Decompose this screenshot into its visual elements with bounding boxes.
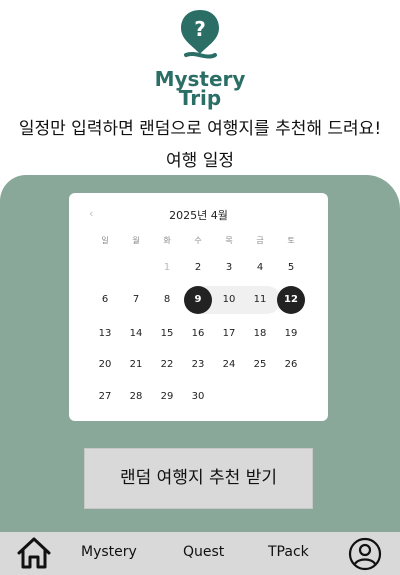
calendar-day-selected-start[interactable]: 9: [184, 286, 212, 314]
weekday-label: 금: [256, 236, 264, 245]
tagline: 일정만 입력하면 랜덤으로 여행지를 추천해 드려요!: [18, 119, 382, 139]
weekday-label: 화: [163, 236, 171, 245]
calendar-day[interactable]: 20: [91, 355, 119, 375]
logo-text: Mystery Trip: [0, 69, 400, 110]
weekday-label: 일: [101, 236, 109, 245]
weekday-label: 목: [225, 236, 233, 245]
calendar-day[interactable]: 4: [246, 258, 274, 278]
calendar-day[interactable]: 3: [215, 258, 243, 278]
calendar-day[interactable]: 28: [122, 387, 150, 407]
calendar-day[interactable]: 8: [153, 290, 181, 310]
calendar-day[interactable]: 14: [122, 324, 150, 344]
home-icon: [17, 537, 51, 569]
weekday-label: 월: [132, 236, 140, 245]
calendar-day[interactable]: 2: [184, 258, 212, 278]
calendar-day[interactable]: 26: [277, 355, 305, 375]
weekday-label: 토: [287, 236, 295, 245]
calendar-day[interactable]: 10: [215, 290, 243, 310]
user-icon: [348, 537, 382, 571]
nav-tpack[interactable]: TPack: [268, 544, 309, 560]
calendar-day[interactable]: 24: [215, 355, 243, 375]
nav-profile[interactable]: [348, 537, 382, 575]
calendar-day[interactable]: 6: [91, 290, 119, 310]
nav-mystery[interactable]: Mystery: [81, 544, 137, 560]
nav-quest[interactable]: Quest: [183, 544, 224, 560]
calendar-day[interactable]: 1: [153, 258, 181, 278]
calendar-day[interactable]: 7: [122, 290, 150, 310]
calendar-day[interactable]: 18: [246, 324, 274, 344]
calendar-day[interactable]: 11: [246, 290, 274, 310]
calendar-day[interactable]: 15: [153, 324, 181, 344]
map-pin-question-icon: ?: [181, 10, 219, 59]
bottom-nav: Mystery Quest TPack: [0, 532, 400, 575]
logo-symbol: ?: [194, 17, 206, 41]
calendar-month-title: 2025년 4월: [169, 209, 228, 222]
calendar-day-selected-end[interactable]: 12: [277, 286, 305, 314]
calendar-day[interactable]: 22: [153, 355, 181, 375]
calendar-day[interactable]: 17: [215, 324, 243, 344]
calendar-day[interactable]: 16: [184, 324, 212, 344]
calendar-day[interactable]: 25: [246, 355, 274, 375]
weekday-label: 수: [194, 236, 202, 245]
calendar-day[interactable]: 27: [91, 387, 119, 407]
logo: ? Mystery Trip: [0, 8, 400, 108]
calendar-day[interactable]: 13: [91, 324, 119, 344]
calendar-day[interactable]: 21: [122, 355, 150, 375]
calendar-day[interactable]: 5: [277, 258, 305, 278]
logo-line2: Trip: [178, 86, 222, 110]
calendar-day[interactable]: 23: [184, 355, 212, 375]
nav-home[interactable]: [16, 536, 52, 574]
calendar-day[interactable]: 19: [277, 324, 305, 344]
section-title: 여행 일정: [166, 151, 234, 171]
calendar-day[interactable]: 30: [184, 387, 212, 407]
calendar: ‹ 2025년 4월 일 월 화 수 목 금 토 1 2 3 4 5 6 7 8…: [69, 193, 328, 421]
calendar-day[interactable]: 29: [153, 387, 181, 407]
random-destination-button[interactable]: 랜덤 여행지 추천 받기: [84, 448, 313, 509]
